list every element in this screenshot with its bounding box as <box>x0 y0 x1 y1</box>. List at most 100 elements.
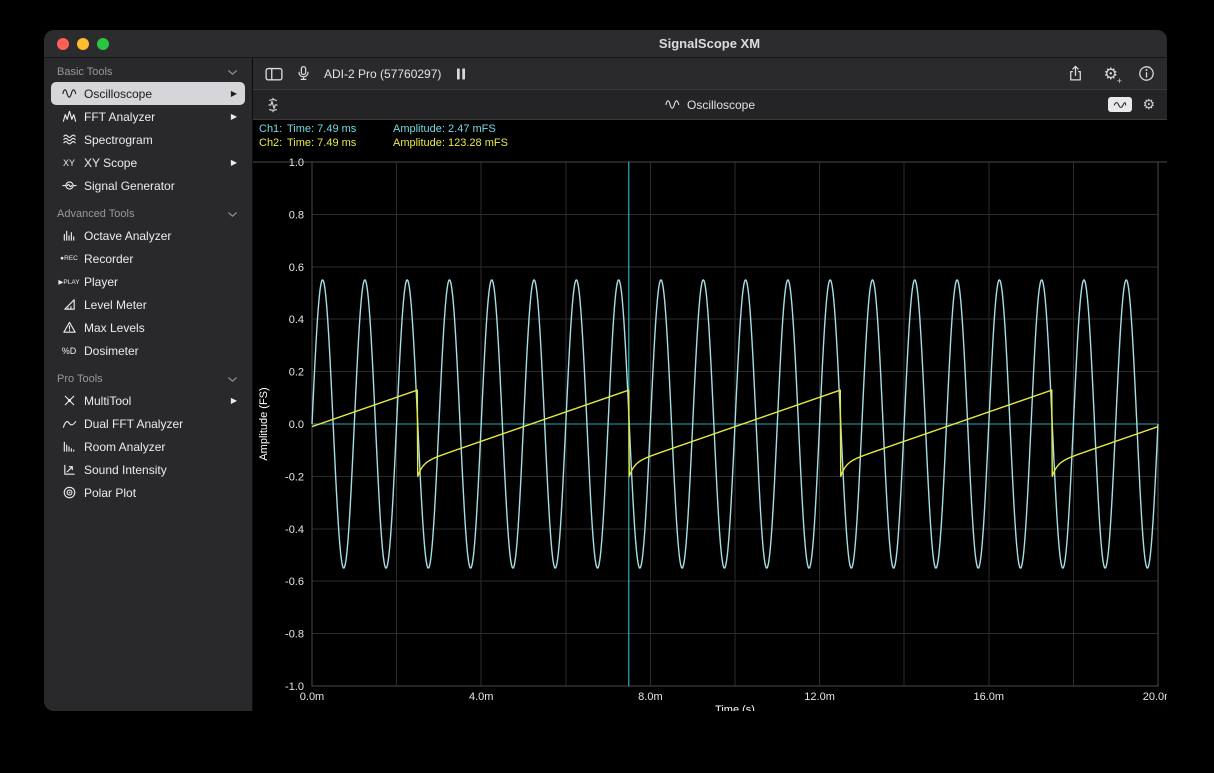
sidebar-item-dosimeter[interactable]: %DDosimeter <box>51 339 245 362</box>
gear-icon[interactable]: ⚙ <box>1142 96 1155 113</box>
sidebar-item-oscilloscope[interactable]: Oscilloscope▶ <box>51 82 245 105</box>
main-panel: ADI-2 Pro (57760297) ⚙+ Oscilloscope <box>253 58 1167 711</box>
disclosure-play-icon[interactable]: ▶ <box>231 89 240 98</box>
desktop: SignalScope XM Basic ToolsOscilloscope▶F… <box>0 0 1214 773</box>
y-tick-label: 0.0 <box>289 419 304 431</box>
minimize-button[interactable] <box>77 38 89 50</box>
window-title: SignalScope XM <box>252 36 1167 51</box>
sidebar-item-label: MultiTool <box>82 394 231 408</box>
app-window: SignalScope XM Basic ToolsOscilloscope▶F… <box>44 30 1167 711</box>
level-meter-icon <box>56 297 82 312</box>
disclosure-play-icon[interactable]: ▶ <box>231 396 240 405</box>
sidebar-section: Pro Tools MultiTool▶ Dual FFT Analyzer Room… <box>44 369 252 504</box>
sidebar-item-octave-analyzer[interactable]: Octave Analyzer <box>51 224 245 247</box>
sidebar: Basic ToolsOscilloscope▶FFT Analyzer▶Spe… <box>44 58 253 711</box>
multitool-icon <box>56 393 82 408</box>
sidebar-item-label: Max Levels <box>82 321 240 335</box>
readout-amplitude: Amplitude: 123.28 mFS <box>393 136 508 150</box>
y-axis-label: Amplitude (FS) <box>258 387 270 460</box>
x-tick-label: 8.0m <box>638 691 662 703</box>
sidebar-item-polar-plot[interactable]: Polar Plot <box>51 481 245 504</box>
x-tick-label: 16.0m <box>974 691 1005 703</box>
sidebar-item-label: Dual FFT Analyzer <box>82 417 240 431</box>
sidebar-item-label: Oscilloscope <box>82 87 231 101</box>
fft-icon <box>56 109 82 124</box>
readout-bar: Ch1:Time: 7.49 msAmplitude: 2.47 mFSCh2:… <box>253 120 1167 153</box>
sidebar-toggle-icon[interactable] <box>265 65 283 83</box>
disclosure-play-icon[interactable]: ▶ <box>231 158 240 167</box>
sidebar-item-label: Polar Plot <box>82 486 240 500</box>
chevron-down-icon[interactable] <box>227 67 238 78</box>
max-levels-icon <box>56 320 82 335</box>
info-icon[interactable] <box>1138 65 1155 82</box>
room-analyzer-icon <box>56 439 82 454</box>
section-header[interactable]: Pro Tools <box>44 369 252 389</box>
dual-fft-icon <box>56 416 82 431</box>
waveform-preview-icon <box>1113 98 1127 112</box>
polar-plot-icon <box>56 485 82 500</box>
disclosure-play-icon[interactable]: ▶ <box>231 112 240 121</box>
sidebar-item-level-meter[interactable]: Level Meter <box>51 293 245 316</box>
sidebar-item-signal-generator[interactable]: Signal Generator <box>51 174 245 197</box>
y-tick-label: -0.8 <box>285 629 304 641</box>
xy-icon: XY <box>56 158 82 168</box>
chevron-down-icon[interactable] <box>227 209 238 220</box>
pause-icon[interactable] <box>453 66 469 82</box>
y-tick-label: -0.2 <box>285 471 304 483</box>
section-title: Basic Tools <box>57 66 112 78</box>
rec-icon: ●REC <box>56 255 82 262</box>
zoom-button[interactable] <box>97 38 109 50</box>
sidebar-item-multitool[interactable]: MultiTool▶ <box>51 389 245 412</box>
sidebar-item-label: Signal Generator <box>82 179 240 193</box>
sidebar-item-spectrogram[interactable]: Spectrogram <box>51 128 245 151</box>
x-tick-label: 0.0m <box>300 691 324 703</box>
sound-intensity-icon <box>56 462 82 477</box>
sidebar-item-dual-fft-analyzer[interactable]: Dual FFT Analyzer <box>51 412 245 435</box>
waveform-preview-button[interactable] <box>1108 97 1132 112</box>
x-tick-label: 4.0m <box>469 691 493 703</box>
sidebar-item-label: Recorder <box>82 252 240 266</box>
y-tick-label: 1.0 <box>289 157 304 169</box>
window-controls <box>57 38 109 50</box>
section-header[interactable]: Basic Tools <box>44 62 252 82</box>
close-button[interactable] <box>57 38 69 50</box>
sine-icon <box>56 86 82 101</box>
sidebar-item-label: Octave Analyzer <box>82 229 240 243</box>
plus-badge: + <box>1117 77 1122 86</box>
y-tick-label: -0.6 <box>285 576 304 588</box>
readout-channel: Ch1: <box>259 122 287 136</box>
sidebar-item-max-levels[interactable]: Max Levels <box>51 316 245 339</box>
readout-channel: Ch2: <box>259 136 287 150</box>
device-label[interactable]: ADI-2 Pro (57760297) <box>324 67 441 81</box>
y-tick-label: 0.6 <box>289 262 304 274</box>
y-tick-label: 0.4 <box>289 314 304 326</box>
chevron-down-icon[interactable] <box>227 374 238 385</box>
sidebar-item-label: Level Meter <box>82 298 240 312</box>
sidebar-item-room-analyzer[interactable]: Room Analyzer <box>51 435 245 458</box>
titlebar[interactable]: SignalScope XM <box>44 30 1167 58</box>
sidebar-item-fft-analyzer[interactable]: FFT Analyzer▶ <box>51 105 245 128</box>
readout-time: Time: 7.49 ms <box>287 136 393 150</box>
input-device-icon[interactable] <box>295 65 312 82</box>
signal-pulse-icon[interactable] <box>265 97 281 113</box>
readout-row-ch1: Ch1:Time: 7.49 msAmplitude: 2.47 mFS <box>259 122 1161 136</box>
sidebar-item-sound-intensity[interactable]: Sound Intensity <box>51 458 245 481</box>
sidebar-item-xy-scope[interactable]: XYXY Scope▶ <box>51 151 245 174</box>
sidebar-item-player[interactable]: ▶PLAYPlayer <box>51 270 245 293</box>
sidebar-item-label: Player <box>82 275 240 289</box>
section-title: Advanced Tools <box>57 208 134 220</box>
y-tick-label: 0.8 <box>289 209 304 221</box>
chart-area: 1.00.80.60.40.20.0-0.2-0.4-0.6-0.8-1.00.… <box>253 153 1167 711</box>
settings-add-icon[interactable]: ⚙+ <box>1104 64 1118 84</box>
section-header[interactable]: Advanced Tools <box>44 204 252 224</box>
main-toolbar: ADI-2 Pro (57760297) ⚙+ <box>253 58 1167 90</box>
oscilloscope-chart[interactable]: 1.00.80.60.40.20.0-0.2-0.4-0.6-0.8-1.00.… <box>253 153 1167 711</box>
sidebar-item-label: Spectrogram <box>82 133 240 147</box>
sidebar-item-label: XY Scope <box>82 156 231 170</box>
section-title: Pro Tools <box>57 373 103 385</box>
octave-icon <box>56 228 82 243</box>
y-tick-label: -0.4 <box>285 524 304 536</box>
share-icon[interactable] <box>1067 65 1084 82</box>
spectrogram-icon <box>56 132 82 147</box>
sidebar-item-recorder[interactable]: ●RECRecorder <box>51 247 245 270</box>
